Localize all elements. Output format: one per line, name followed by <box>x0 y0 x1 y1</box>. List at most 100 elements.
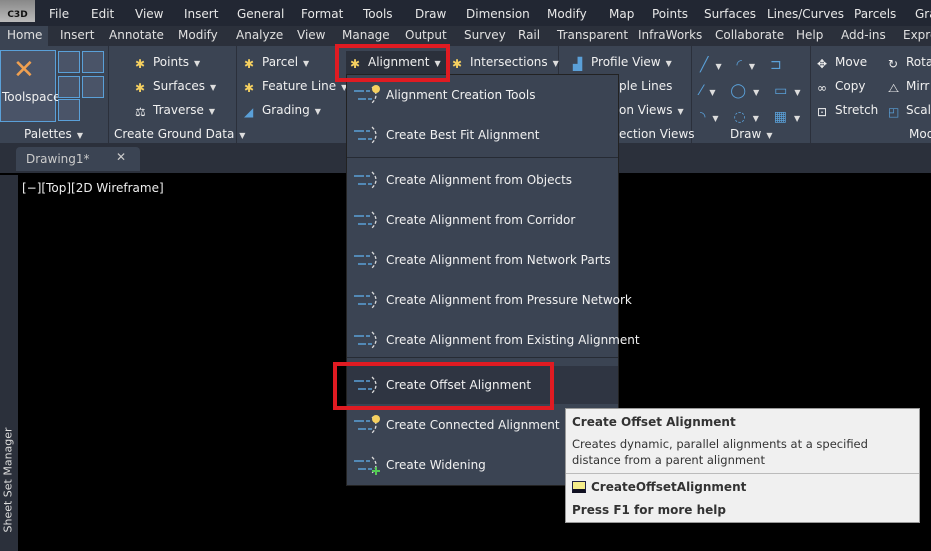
tab-expre[interactable]: Expre <box>903 28 931 42</box>
stretch-icon: ⊡ <box>817 105 828 119</box>
copy-button[interactable]: ∞ Copy <box>817 79 865 95</box>
alignment-from-objects-icon <box>354 171 377 189</box>
rotate-button[interactable]: ↻ Rota <box>888 55 931 71</box>
ellipse-icon[interactable]: ◌ <box>733 109 747 125</box>
modify-panel-label[interactable]: Mod <box>909 127 931 141</box>
menu-item-label: Create Connected Alignment <box>386 418 560 432</box>
surfaces-icon: ✱ <box>135 81 146 95</box>
tab-infraworks[interactable]: InfraWorks <box>638 28 702 42</box>
parcel-button[interactable]: ✱ Parcel ▼ <box>244 55 309 71</box>
grading-icon: ◢ <box>244 105 254 119</box>
tooltip-description: Creates dynamic, parallel alignments at … <box>572 437 868 467</box>
menu-item-create-alignment-from-pressure-network[interactable]: Create Alignment from Pressure Network <box>347 281 632 319</box>
menu-item-label: Create Alignment from Network Parts <box>386 253 611 267</box>
tab-analyze[interactable]: Analyze <box>236 28 283 42</box>
line-icon[interactable]: ╱ <box>700 57 710 73</box>
stretch-button[interactable]: ⊡ Stretch <box>817 103 878 119</box>
circle-icon[interactable]: ◯ <box>730 83 748 99</box>
traverse-icon: ⚖ <box>135 105 146 119</box>
menu-general[interactable]: General <box>237 7 284 21</box>
tab-survey[interactable]: Survey <box>464 28 506 42</box>
points-button[interactable]: ✱ Points ▼ <box>135 55 200 71</box>
tab-output[interactable]: Output <box>405 28 447 42</box>
tab-help[interactable]: Help <box>796 28 823 42</box>
draw-tools-grid[interactable]: ╱ ▼ ◜ ▼ ⊐ ⁄ ▼ ◯ ▼ ▭ ▼ ◝ ▼ ◌ ▼ ▦ ▼ <box>700 53 803 131</box>
construction-line-icon[interactable]: ⁄ <box>700 83 704 99</box>
tab-collaborate[interactable]: Collaborate <box>715 28 784 42</box>
properties-icon[interactable] <box>58 99 80 121</box>
grading-button[interactable]: ◢ Grading ▼ <box>244 103 321 119</box>
rectangle-icon[interactable]: ▭ <box>774 83 789 99</box>
spline-icon[interactable]: ◝ <box>700 109 707 125</box>
tab-transparent[interactable]: Transparent <box>557 28 628 42</box>
tab-view[interactable]: View <box>297 28 325 42</box>
sheet-set-manager-label[interactable]: Sheet Set Manager <box>2 421 15 532</box>
menu-draw[interactable]: Draw <box>415 7 446 21</box>
palettes-panel-label[interactable]: Palettes ▼ <box>24 127 83 141</box>
document-tab[interactable]: Drawing1* ✕ <box>16 147 140 171</box>
alignment-from-corridor-icon <box>354 211 377 229</box>
tab-manage[interactable]: Manage <box>342 28 390 42</box>
surfaces-button[interactable]: ✱ Surfaces ▼ <box>135 79 216 95</box>
move-button[interactable]: ✥ Move <box>817 55 867 71</box>
menu-dimension[interactable]: Dimension <box>466 7 530 21</box>
scale-button[interactable]: ◰ Scal <box>888 103 931 119</box>
survey-icon[interactable] <box>58 76 80 98</box>
menu-file[interactable]: File <box>49 7 69 21</box>
menu-item-create-best-fit-alignment[interactable]: Create Best Fit Alignment <box>347 116 618 154</box>
menu-item-create-alignment-from-corridor[interactable]: Create Alignment from Corridor <box>347 201 618 239</box>
tab-rail[interactable]: Rail <box>518 28 540 42</box>
menu-modify[interactable]: Modify <box>547 7 587 21</box>
toolbox-icon[interactable] <box>82 76 104 98</box>
alignment-from-network-parts-icon <box>354 251 377 269</box>
menu-map[interactable]: Map <box>609 7 634 21</box>
viewport-controls[interactable]: [−][Top][2D Wireframe] <box>22 181 164 195</box>
tab-insert[interactable]: Insert <box>60 28 94 42</box>
tab-annotate[interactable]: Annotate <box>109 28 164 42</box>
parcel-icon: ✱ <box>244 57 255 71</box>
menu-separator <box>347 357 618 358</box>
prospector-icon[interactable] <box>58 51 80 73</box>
app-logo[interactable]: C3D <box>0 0 35 22</box>
sample-lines-button[interactable]: ple Lines <box>619 79 672 93</box>
menu-lines-curves[interactable]: Lines/Curves <box>767 7 844 21</box>
draw-panel-label[interactable]: Draw ▼ <box>730 127 773 141</box>
arc-icon[interactable]: ◜ <box>737 57 744 73</box>
section-views-button[interactable]: on Views ▼ <box>619 103 684 117</box>
tab-home[interactable]: Home <box>7 28 42 42</box>
create-ground-data-panel-label[interactable]: Create Ground Data ▼ <box>114 127 245 141</box>
profile-view-button[interactable]: ▟ Profile View ▼ <box>573 55 672 71</box>
feature-line-button[interactable]: ✱ Feature Line ▼ <box>244 79 347 95</box>
menu-item-label: Create Alignment from Pressure Network <box>386 293 632 307</box>
tab-modify[interactable]: Modify <box>178 28 218 42</box>
tooltip-title: Create Offset Alignment <box>572 415 736 429</box>
tab-add-ins[interactable]: Add-ins <box>841 28 886 42</box>
polyline-icon[interactable]: ⊐ <box>770 57 784 73</box>
menu-tools[interactable]: Tools <box>363 7 393 21</box>
menu-edit[interactable]: Edit <box>91 7 114 21</box>
move-icon: ✥ <box>817 57 828 71</box>
menu-view[interactable]: View <box>135 7 163 21</box>
traverse-button[interactable]: ⚖ Traverse ▼ <box>135 103 215 119</box>
menu-item-label: Create Alignment from Corridor <box>386 213 576 227</box>
menu-format[interactable]: Format <box>301 7 343 21</box>
mirror-button[interactable]: ⧍ Mirr <box>888 79 929 95</box>
menu-item-label: Create Alignment from Existing Alignment <box>386 333 640 347</box>
menu-insert[interactable]: Insert <box>184 7 218 21</box>
intersections-button[interactable]: ✱ Intersections ▼ <box>452 55 559 71</box>
menu-gra[interactable]: Gra <box>915 7 931 21</box>
menu-points[interactable]: Points <box>652 7 688 21</box>
toolspace-button[interactable]: ✕ Toolspace <box>0 50 61 122</box>
menu-item-create-alignment-from-network-parts[interactable]: Create Alignment from Network Parts <box>347 241 618 279</box>
menu-parcels[interactable]: Parcels <box>854 7 896 21</box>
tooltip: Create Offset Alignment Creates dynamic,… <box>565 408 920 523</box>
settings-icon[interactable] <box>82 51 104 73</box>
menu-item-create-alignment-from-existing-alignment[interactable]: Create Alignment from Existing Alignment <box>347 321 640 359</box>
hatch-icon[interactable]: ▦ <box>774 109 789 125</box>
menu-separator <box>347 157 618 158</box>
section-views-panel-label[interactable]: ection Views <box>619 127 695 141</box>
close-icon[interactable]: ✕ <box>116 150 126 164</box>
alignment-from-existing-icon <box>354 331 377 349</box>
menu-item-create-alignment-from-objects[interactable]: Create Alignment from Objects <box>347 161 618 199</box>
menu-surfaces[interactable]: Surfaces <box>704 7 756 21</box>
